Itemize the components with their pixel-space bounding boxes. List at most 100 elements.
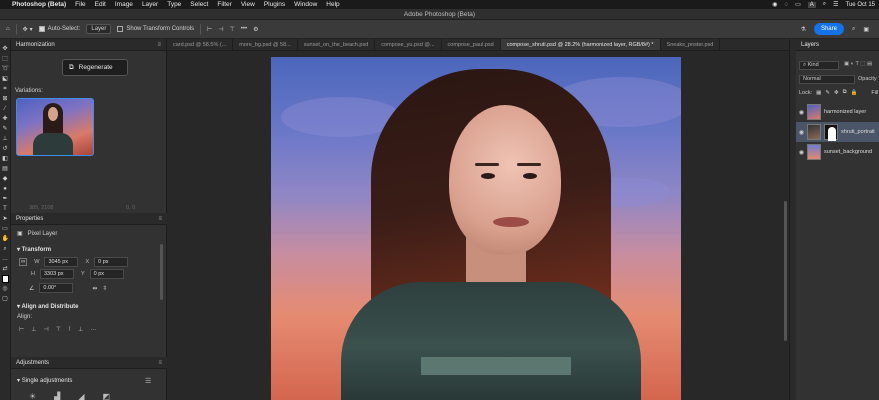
lock-pixels-icon[interactable]: ✎ — [825, 90, 830, 96]
zoom-tool-icon[interactable]: ⌕ — [2, 245, 9, 253]
wifi-icon[interactable]: ◌ — [785, 2, 789, 8]
exposure-icon[interactable]: ◩ — [102, 392, 110, 400]
blend-mode-dropdown[interactable]: Normal — [799, 75, 855, 84]
lasso-tool-icon[interactable]: ➰ — [2, 65, 9, 73]
lock-transparent-icon[interactable]: ▦ — [816, 90, 821, 96]
layer-filter-icons[interactable]: ▣ ◐ T ⬚ ▤ — [844, 61, 872, 67]
flip-horizontal-icon[interactable]: ⇹ — [92, 285, 97, 292]
more-align-icon[interactable]: … — [90, 326, 96, 333]
single-adjustments-title[interactable]: ▾ Single adjustments — [17, 377, 72, 384]
layer-filter-dropdown[interactable]: ⌕ Kind — [799, 61, 839, 70]
curves-icon[interactable]: ◢ — [78, 392, 84, 400]
path-select-icon[interactable]: ➤ — [2, 215, 9, 223]
swap-colors-icon[interactable]: ⇄ — [2, 265, 9, 273]
eye-icon[interactable]: ◉ — [796, 149, 807, 156]
align-bottom-edges-icon[interactable]: ⊥ — [78, 326, 83, 333]
blur-tool-icon[interactable]: ◆ — [2, 175, 9, 183]
menubar-date[interactable]: Tue Oct 15 — [846, 2, 875, 8]
share-button[interactable]: Share — [813, 23, 844, 35]
screen-mode-icon[interactable]: ▢ — [2, 295, 9, 303]
doc-tab-active[interactable]: compose_shruti.psd @ 28.2% (harmonized l… — [500, 39, 661, 50]
app-menu[interactable]: Photoshop (Beta) — [12, 1, 66, 8]
search-icon[interactable]: ⌕ — [823, 1, 826, 8]
gradient-tool-icon[interactable]: ▤ — [2, 165, 9, 173]
brightness-contrast-icon[interactable]: ☀ — [29, 392, 36, 400]
doc-tab[interactable]: Sneaks_poster.psd — [661, 39, 721, 50]
control-center-icon[interactable]: ☰ — [833, 1, 838, 8]
x-input[interactable]: 0 px — [94, 257, 129, 267]
align-vertical-centers-icon[interactable]: ⊺ — [68, 326, 71, 333]
flip-vertical-icon[interactable]: ⇳ — [102, 285, 107, 292]
shape-tool-icon[interactable]: ▭ — [2, 225, 9, 233]
angle-input[interactable]: 0.00° — [39, 283, 74, 293]
layer-mask-thumbnail[interactable] — [824, 124, 838, 141]
quick-mask-icon[interactable]: ◎ — [2, 285, 9, 293]
doc-tab[interactable]: more_bg.psd @ 58... — [233, 39, 298, 50]
lock-position-icon[interactable]: ✥ — [834, 90, 839, 96]
doc-tab[interactable]: compose_yu.psd @... — [375, 39, 442, 50]
eye-icon[interactable]: ◉ — [796, 109, 807, 116]
harmonization-panel-tab[interactable]: Harmonization ≡ — [11, 39, 166, 51]
record-icon[interactable]: ◉ — [772, 1, 777, 8]
variation-thumbnail[interactable] — [16, 98, 94, 156]
distribute-icon[interactable]: ⊤ — [230, 26, 235, 33]
canvas-scrollbar[interactable] — [784, 201, 787, 341]
hand-tool-icon[interactable]: ✋ — [2, 235, 9, 243]
align-left-icon[interactable]: ⊢ — [207, 26, 212, 33]
chevron-down-icon[interactable]: ▾ — [30, 26, 33, 33]
type-tool-icon[interactable]: T — [2, 205, 9, 213]
transform-controls-checkbox[interactable]: Show Transform Controls — [117, 26, 194, 32]
doc-tab[interactable]: sunset_on_the_beach.psd — [298, 39, 376, 50]
beaker-icon[interactable]: ⚗ — [801, 26, 806, 33]
layer-row[interactable]: ◉ sunset_background — [796, 142, 879, 162]
settings-gear-icon[interactable]: ⚙ — [253, 26, 258, 33]
doc-tab[interactable]: card.psd @ 58.5% (... — [167, 39, 234, 50]
auto-select-checkbox[interactable]: Auto-Select: — [38, 26, 80, 32]
menu-image[interactable]: Image — [115, 1, 133, 8]
menu-filter[interactable]: Filter — [217, 1, 231, 8]
align-center-icon[interactable]: ⊣ — [218, 26, 223, 33]
lock-all-icon[interactable]: 🔒 — [851, 90, 858, 96]
align-right-edges-icon[interactable]: ⊣ — [43, 326, 48, 333]
document-canvas-image[interactable] — [271, 57, 681, 400]
more-tools-icon[interactable]: … — [2, 255, 9, 263]
battery-icon[interactable]: ▭ — [795, 1, 801, 8]
pen-tool-icon[interactable]: ✒ — [2, 195, 9, 203]
stamp-tool-icon[interactable]: ⊥ — [2, 135, 9, 143]
dodge-tool-icon[interactable]: ● — [2, 185, 9, 193]
menu-file[interactable]: File — [75, 1, 85, 8]
frame-tool-icon[interactable]: ⊠ — [2, 95, 9, 103]
menu-window[interactable]: Window — [294, 1, 317, 8]
home-icon[interactable]: ⌂ — [6, 26, 10, 32]
move-tool-icon[interactable]: ✥ — [2, 45, 9, 53]
align-left-edges-icon[interactable]: ⊢ — [19, 326, 24, 333]
align-top-edges-icon[interactable]: ⊤ — [56, 326, 61, 333]
link-icon[interactable]: ∞ — [19, 258, 28, 266]
panel-menu-icon[interactable]: ≡ — [157, 39, 161, 51]
healing-tool-icon[interactable]: ✚ — [2, 115, 9, 123]
align-horizontal-centers-icon[interactable]: ⊥ — [31, 326, 36, 333]
crop-tool-icon[interactable]: ⌗ — [2, 85, 9, 93]
history-brush-icon[interactable]: ↺ — [2, 145, 9, 153]
eyedropper-tool-icon[interactable]: ⁄ — [2, 105, 9, 113]
panel-menu-icon[interactable]: ≡ — [158, 357, 162, 369]
layers-panel-tab[interactable]: Layers — [796, 39, 879, 51]
menu-plugins[interactable]: Plugins — [264, 1, 285, 8]
align-section-title[interactable]: ▾ Align and Distribute — [17, 303, 78, 310]
properties-scrollbar[interactable] — [160, 244, 163, 300]
width-input[interactable]: 3045 px — [44, 257, 79, 267]
y-input[interactable]: 0 px — [89, 269, 124, 279]
more-options-button[interactable]: ••• — [241, 26, 247, 32]
auto-select-dropdown[interactable]: Layer — [86, 24, 112, 34]
menu-view[interactable]: View — [241, 1, 255, 8]
adobe-badge-icon[interactable]: A — [807, 1, 816, 8]
brush-tool-icon[interactable]: ✎ — [2, 125, 9, 133]
menu-edit[interactable]: Edit — [95, 1, 106, 8]
menu-help[interactable]: Help — [326, 1, 339, 8]
eye-icon[interactable]: ◉ — [796, 129, 807, 136]
menu-select[interactable]: Select — [190, 1, 208, 8]
properties-panel-tab[interactable]: Properties ≡ — [11, 213, 167, 225]
menu-type[interactable]: Type — [167, 1, 181, 8]
lock-artboard-icon[interactable]: ⧉ — [843, 89, 847, 96]
menu-layer[interactable]: Layer — [142, 1, 158, 8]
